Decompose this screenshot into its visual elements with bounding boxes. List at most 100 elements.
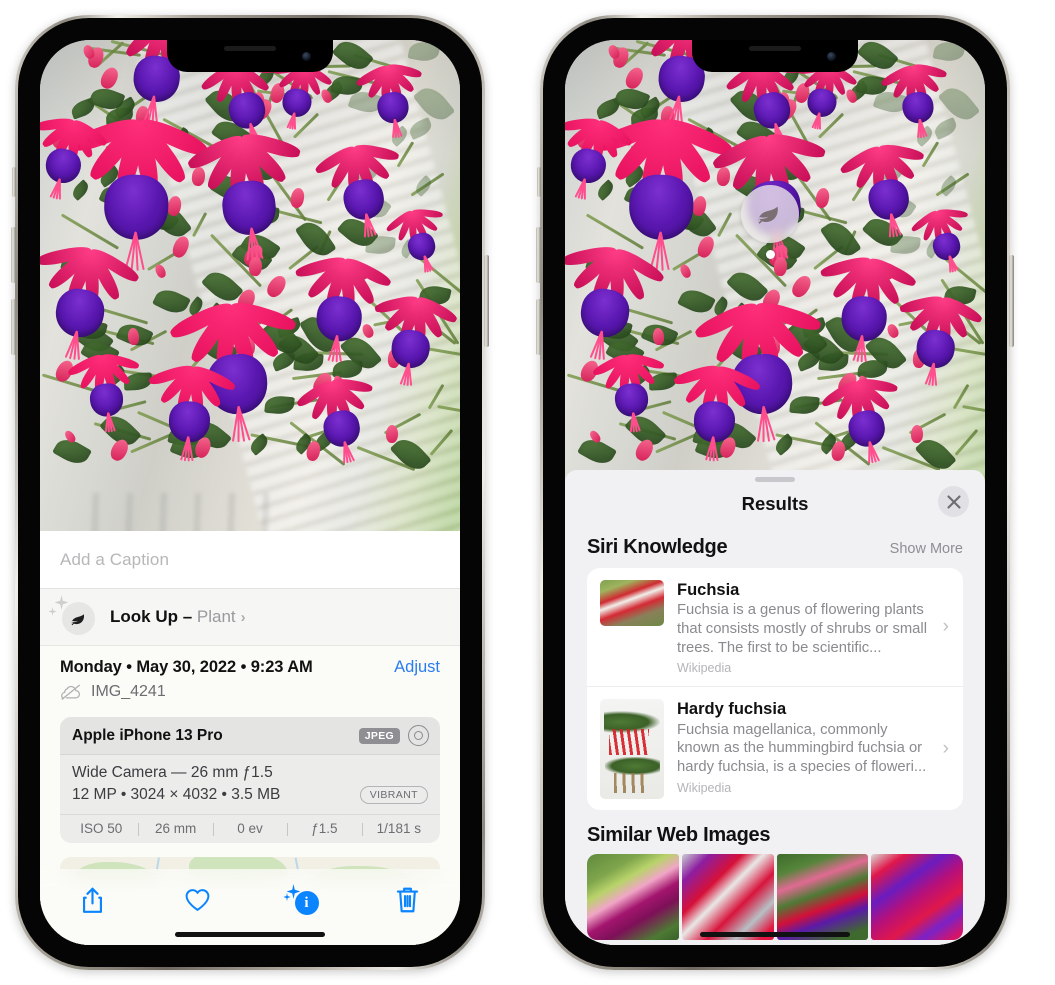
photo-metadata: Monday • May 30, 2022 • 9:23 AM Adjust I… xyxy=(40,645,460,703)
phone-screen-right: Results Siri Knowledge Show More Fuchsia xyxy=(565,40,985,945)
fuchsia-flower xyxy=(879,62,948,138)
volume-down-button[interactable] xyxy=(11,299,16,355)
leaf-icon-circle xyxy=(62,602,95,635)
knowledge-card-description: Fuchsia is a genus of flowering plants t… xyxy=(677,602,927,656)
look-up-icon-group xyxy=(48,595,96,635)
look-up-row[interactable]: Look Up – Plant › xyxy=(40,589,460,645)
caption-field[interactable]: Add a Caption xyxy=(40,531,460,589)
favorite-button[interactable] xyxy=(176,881,220,919)
mute-switch[interactable] xyxy=(12,167,16,197)
show-more-button[interactable]: Show More xyxy=(890,541,963,557)
web-image-thumbnail[interactable] xyxy=(681,854,774,941)
knowledge-card-text: Hardy fuchsia Fuchsia magellanica, commo… xyxy=(677,699,951,794)
fuchsia-flower xyxy=(672,362,763,462)
knowledge-card-group: Fuchsia Fuchsia is a genus of flowering … xyxy=(587,568,963,811)
notch xyxy=(692,40,858,72)
similar-web-images-header: Similar Web Images xyxy=(565,810,985,851)
home-indicator xyxy=(700,932,850,937)
cloud-slash-icon xyxy=(61,684,81,700)
info-button[interactable]: i xyxy=(281,881,325,919)
adjust-button[interactable]: Adjust xyxy=(394,658,440,677)
close-icon xyxy=(946,494,961,509)
exif-shutter: 1/181 s xyxy=(361,821,436,836)
sparkle-small-icon xyxy=(48,607,57,616)
exif-exposure: 0 ev xyxy=(212,821,287,836)
photo-filename: IMG_4241 xyxy=(91,683,166,700)
volume-down-button[interactable] xyxy=(536,299,541,355)
similar-web-images-row[interactable] xyxy=(565,854,985,941)
sparkle-small-icon xyxy=(282,893,291,901)
share-button[interactable] xyxy=(71,881,115,919)
web-image-thumbnail[interactable] xyxy=(871,854,963,941)
fuchsia-flower xyxy=(591,351,665,433)
siri-knowledge-header: Siri Knowledge Show More xyxy=(565,526,985,568)
visual-lookup-leaf-badge[interactable] xyxy=(741,185,799,259)
exif-card[interactable]: Apple iPhone 13 Pro JPEG Wide Camera — 2… xyxy=(60,717,440,843)
close-button[interactable] xyxy=(938,486,969,517)
volume-up-button[interactable] xyxy=(11,227,16,283)
photo-detail-sheet: Add a Caption Look Up – Plant › Monday •… xyxy=(40,531,460,945)
exif-aperture: ƒ1.5 xyxy=(287,821,361,836)
exif-settings-row: ISO 50 26 mm 0 ev ƒ1.5 1/181 s xyxy=(60,814,440,843)
knowledge-card-text: Fuchsia Fuchsia is a genus of flowering … xyxy=(677,580,951,675)
look-up-label-group: Look Up – Plant › xyxy=(110,607,246,627)
knowledge-card-source: Wikipedia xyxy=(677,780,732,795)
knowledge-card[interactable]: Hardy fuchsia Fuchsia magellanica, commo… xyxy=(587,686,963,810)
fuchsia-flower xyxy=(374,293,459,387)
info-sparkle-icon: i xyxy=(282,884,320,915)
similar-web-images-title: Similar Web Images xyxy=(587,824,771,847)
results-title: Results xyxy=(741,493,809,514)
fuchsia-flower xyxy=(66,351,140,433)
fuchsia-flower xyxy=(899,293,984,387)
side-power-button[interactable] xyxy=(1009,255,1014,347)
leaf-icon xyxy=(71,613,84,625)
results-header: Results xyxy=(565,482,985,526)
fuchsia-flower xyxy=(354,62,423,138)
chevron-right-icon: › xyxy=(942,616,949,638)
web-image-thumbnail[interactable] xyxy=(587,854,679,941)
look-up-label: Look Up – xyxy=(110,607,197,626)
knowledge-card[interactable]: Fuchsia Fuchsia is a genus of flowering … xyxy=(587,568,963,686)
heart-icon xyxy=(185,889,210,911)
fuchsia-flower xyxy=(147,362,238,462)
volume-up-button[interactable] xyxy=(536,227,541,283)
notch xyxy=(167,40,333,72)
photographic-style-tag: VIBRANT xyxy=(359,786,428,804)
file-format-tag: JPEG xyxy=(358,727,400,744)
knowledge-card-thumbnail xyxy=(600,580,664,626)
lens-description: Wide Camera — 26 mm ƒ1.5 xyxy=(72,764,273,781)
delete-button[interactable] xyxy=(386,881,430,919)
fuchsia-flower xyxy=(294,253,393,363)
fuchsia-flower xyxy=(819,253,918,363)
leaf-badge-dot xyxy=(765,250,775,259)
front-camera xyxy=(302,52,311,61)
speaker-grille xyxy=(224,46,276,51)
fuchsia-flower xyxy=(185,130,302,260)
trash-icon xyxy=(396,887,419,913)
share-icon xyxy=(82,887,103,913)
side-power-button[interactable] xyxy=(484,255,489,347)
leaf-badge-bubble xyxy=(741,185,799,243)
knowledge-card-source: Wikipedia xyxy=(677,661,732,676)
knowledge-card-title: Fuchsia xyxy=(677,581,740,599)
web-image-thumbnail[interactable] xyxy=(776,854,869,941)
exif-iso: ISO 50 xyxy=(80,821,123,836)
knowledge-card-thumbnail xyxy=(600,699,664,800)
siri-knowledge-title: Siri Knowledge xyxy=(587,536,728,558)
exif-body: Wide Camera — 26 mm ƒ1.5 12 MP • 3024 × … xyxy=(60,755,440,814)
chevron-right-icon: › xyxy=(942,737,949,759)
knowledge-card-title: Hardy fuchsia xyxy=(677,700,787,719)
exif-header: Apple iPhone 13 Pro JPEG xyxy=(60,717,440,755)
results-sheet: Results Siri Knowledge Show More Fuchsia xyxy=(565,470,985,945)
info-glyph: i xyxy=(294,891,319,915)
home-indicator xyxy=(175,932,325,937)
iphone-visual-lookup-results: Results Siri Knowledge Show More Fuchsia xyxy=(536,15,1014,970)
mute-switch[interactable] xyxy=(537,167,541,197)
lens-icon xyxy=(408,725,429,746)
exif-focal: 26 mm xyxy=(138,821,212,836)
phone-screen-left: Add a Caption Look Up – Plant › Monday •… xyxy=(40,40,460,945)
caption-placeholder: Add a Caption xyxy=(60,549,170,569)
photo-date: Monday • May 30, 2022 • 9:23 AM xyxy=(60,658,313,676)
leaf-icon xyxy=(758,206,778,224)
iphone-photo-detail: Add a Caption Look Up – Plant › Monday •… xyxy=(11,15,489,970)
